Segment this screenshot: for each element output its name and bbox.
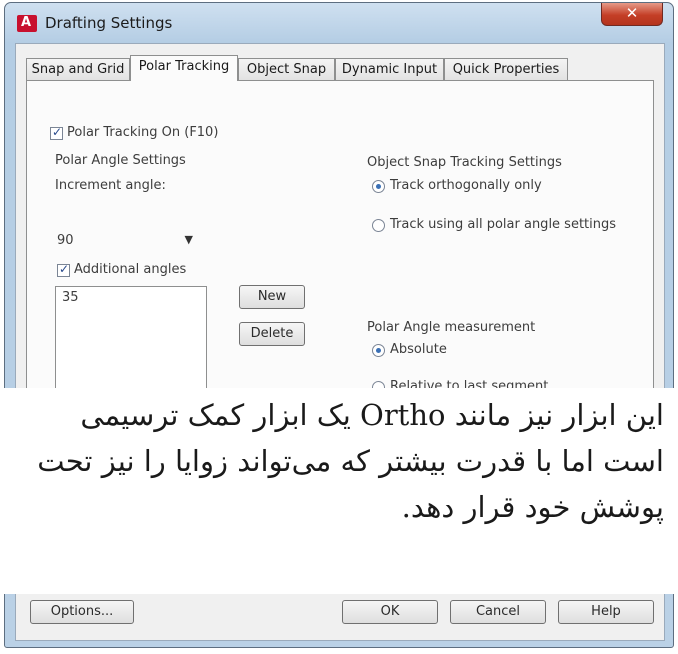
increment-angle-label: Increment angle:: [55, 178, 166, 193]
absolute-radio[interactable]: [372, 344, 385, 357]
polar-tracking-on-checkbox[interactable]: [50, 125, 63, 140]
increment-angle-dropdown[interactable]: 90 ▼: [55, 228, 195, 254]
additional-angles-label: Additional angles: [74, 262, 187, 277]
polar-angle-measurement-heading: Polar Angle measurement: [367, 320, 536, 335]
increment-angle-value: 90: [57, 233, 74, 248]
object-snap-tracking-heading: Object Snap Tracking Settings: [367, 155, 562, 170]
track-all-polar-radio[interactable]: [372, 219, 385, 232]
tab-quick-properties[interactable]: Quick Properties: [444, 58, 568, 80]
window-title: Drafting Settings: [45, 14, 173, 32]
ok-button[interactable]: OK: [342, 600, 438, 624]
title-bar: Drafting Settings ✕: [5, 3, 673, 43]
options-button[interactable]: Options...: [30, 600, 134, 624]
tab-object-snap[interactable]: Object Snap: [238, 58, 335, 80]
close-button[interactable]: ✕: [601, 3, 663, 26]
absolute-label: Absolute: [390, 342, 447, 357]
polar-tracking-on-label: Polar Tracking On (F10): [67, 125, 219, 140]
chevron-down-icon: ▼: [184, 233, 193, 246]
polar-angle-settings-heading: Polar Angle Settings: [55, 153, 186, 168]
help-button[interactable]: Help: [558, 600, 654, 624]
caption-overlay: این ابزار نیز مانند Ortho یک ابزار کمک ت…: [0, 388, 678, 594]
cancel-button[interactable]: Cancel: [450, 600, 546, 624]
persian-caption: این ابزار نیز مانند Ortho یک ابزار کمک ت…: [37, 398, 664, 524]
additional-angles-checkbox[interactable]: [57, 262, 70, 277]
track-orthogonal-label: Track orthogonally only: [390, 178, 542, 193]
autocad-icon: [17, 15, 37, 32]
track-orthogonal-radio[interactable]: [372, 180, 385, 193]
new-angle-button[interactable]: New: [239, 285, 305, 309]
tab-polar-tracking[interactable]: Polar Tracking: [130, 55, 238, 81]
tab-dynamic-input[interactable]: Dynamic Input: [335, 58, 444, 80]
list-item[interactable]: 35: [62, 290, 79, 305]
delete-angle-button[interactable]: Delete: [239, 322, 305, 346]
track-all-polar-label: Track using all polar angle settings: [390, 217, 617, 232]
close-icon: ✕: [625, 4, 639, 22]
tab-snap-and-grid[interactable]: Snap and Grid: [26, 58, 130, 80]
